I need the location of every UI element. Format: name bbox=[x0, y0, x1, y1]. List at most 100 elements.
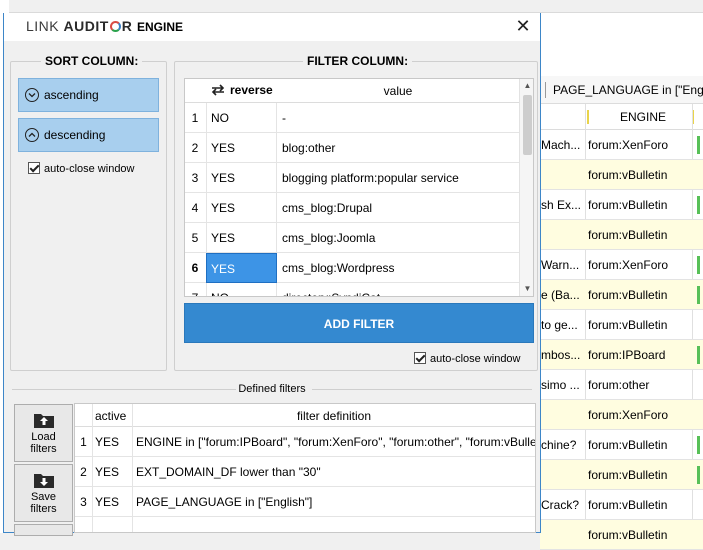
grid-green-indicator bbox=[697, 136, 700, 154]
reverse-cell[interactable]: NO bbox=[206, 283, 277, 296]
chevron-up-icon bbox=[25, 128, 39, 142]
grid-cell-title: mbos... bbox=[541, 348, 581, 362]
defined-filter-row[interactable]: 1 YES ENGINE in ["forum:IPBoard", "forum:X… bbox=[75, 427, 535, 457]
grid-cell-engine: forum:vBulletin bbox=[588, 228, 668, 242]
definition-cell[interactable]: EXT_DOMAIN_DF lower than "30" bbox=[136, 457, 321, 487]
defined-filters-table: active filter definition 1 YES ENGINE in [… bbox=[74, 403, 536, 533]
filter-table-row[interactable]: 1 NO - bbox=[185, 103, 519, 133]
grid-cell-engine: forum:vBulletin bbox=[588, 528, 668, 542]
row-number: 1 bbox=[80, 435, 87, 449]
row-number: 7 bbox=[185, 283, 205, 296]
scrollbar-thumb[interactable] bbox=[523, 95, 532, 155]
reverse-cell[interactable]: YES bbox=[206, 253, 277, 283]
scroll-up-icon[interactable]: ▲ bbox=[520, 79, 533, 93]
dialog-title-bar: LINK AUDIT R ENGINE ✕ bbox=[4, 13, 540, 41]
grid-cell-title: Mach... bbox=[541, 138, 581, 152]
grid-green-indicator bbox=[697, 346, 700, 364]
grid-cell-engine: forum:IPBoard bbox=[588, 348, 666, 362]
active-column-header[interactable]: active bbox=[95, 409, 126, 423]
dialog-title: ENGINE bbox=[137, 20, 184, 34]
value-cell[interactable]: cms_blog:Wordpress bbox=[278, 253, 518, 283]
grid-cell-title: chine? bbox=[541, 438, 577, 452]
filter-table-row[interactable]: 7NOdirectory:SyndiCat bbox=[185, 283, 519, 296]
swap-arrows-icon bbox=[211, 84, 225, 96]
active-cell[interactable]: YES bbox=[95, 457, 119, 487]
value-cell[interactable]: cms_blog:Drupal bbox=[278, 193, 518, 223]
filter-table-row[interactable]: 2 YES blog:other bbox=[185, 133, 519, 163]
folder-download-icon bbox=[33, 474, 54, 488]
reverse-cell[interactable]: NO bbox=[206, 103, 277, 133]
active-cell[interactable]: YES bbox=[95, 487, 119, 517]
reverse-column-header[interactable]: reverse bbox=[209, 83, 273, 97]
grid-cell-title: e (Ba... bbox=[541, 288, 580, 302]
save-filters-label: Save filters bbox=[30, 491, 57, 515]
close-button[interactable]: ✕ bbox=[512, 15, 534, 37]
row-number: 6 bbox=[191, 261, 199, 275]
ascending-label: ascending bbox=[44, 88, 99, 102]
reverse-cell[interactable]: YES bbox=[206, 223, 277, 253]
extra-filters-button[interactable] bbox=[14, 524, 73, 536]
row-number: 4 bbox=[191, 201, 199, 215]
filter-values-table: reverse value 1 NO -2 YES blog:other 3 YES blog… bbox=[184, 78, 534, 297]
filter-table-row[interactable]: 6 YES cms_blog:Wordpress bbox=[185, 253, 519, 283]
definition-cell[interactable]: PAGE_LANGUAGE in ["English"] bbox=[136, 487, 312, 517]
grid-cell-title: to ge... bbox=[541, 318, 578, 332]
value-cell[interactable]: cms_blog:Joomla bbox=[278, 223, 518, 253]
grid-cell-title: sh Ex... bbox=[541, 198, 582, 212]
value-cell[interactable]: - bbox=[278, 103, 518, 133]
grid-cell-engine: forum:vBulletin bbox=[588, 318, 668, 332]
filter-table-row[interactable]: 3 YES blogging platform:popular service bbox=[185, 163, 519, 193]
filter-bar-text[interactable]: PAGE_LANGUAGE in ["English bbox=[553, 83, 703, 97]
grid-cell-engine: forum:vBulletin bbox=[588, 288, 668, 302]
load-filters-label: Load filters bbox=[30, 431, 57, 455]
folder-upload-icon bbox=[33, 414, 54, 428]
logo-ring-icon bbox=[109, 21, 121, 32]
grid-cell-engine: forum:vBulletin bbox=[588, 498, 668, 512]
defined-filter-row[interactable]: 3 YES PAGE_LANGUAGE in ["English"] bbox=[75, 487, 535, 517]
grid-cell-engine: forum:other bbox=[588, 378, 650, 392]
filter-table-row[interactable]: 4 YES cms_blog:Drupal bbox=[185, 193, 519, 223]
grid-cell-title: simo ... bbox=[541, 378, 580, 392]
definition-cell[interactable]: ENGINE in ["forum:IPBoard", "forum:XenFo… bbox=[136, 427, 535, 457]
engine-column-header[interactable]: ENGINE bbox=[620, 110, 666, 124]
add-filter-button[interactable]: ADD FILTER bbox=[184, 303, 534, 343]
reverse-cell[interactable]: YES bbox=[206, 193, 277, 223]
active-cell[interactable]: YES bbox=[95, 427, 119, 457]
value-column-header[interactable]: value bbox=[277, 84, 519, 98]
value-cell[interactable]: blogging platform:popular service bbox=[278, 163, 518, 193]
value-cell[interactable]: blog:other bbox=[278, 133, 518, 163]
descending-label: descending bbox=[44, 128, 106, 142]
filter-table-row[interactable]: 5 YES cms_blog:Joomla bbox=[185, 223, 519, 253]
filter-table-header: reverse value bbox=[185, 79, 519, 103]
filter-autoclose-checkbox[interactable]: auto-close window bbox=[414, 352, 521, 365]
filter-autoclose-label: auto-close window bbox=[430, 353, 521, 365]
row-number: 5 bbox=[191, 231, 199, 245]
column-dialog: LINK AUDIT R ENGINE ✕ SORT COLUMN: ascend… bbox=[3, 13, 541, 536]
ascending-button[interactable]: ascending bbox=[18, 78, 159, 112]
reverse-cell[interactable]: YES bbox=[206, 133, 277, 163]
background-toolbar bbox=[0, 0, 703, 13]
grid-cell-engine: forum:XenForo bbox=[588, 408, 669, 422]
grid-cell-engine: forum:vBulletin bbox=[588, 468, 668, 482]
row-number: 3 bbox=[191, 171, 199, 185]
scroll-down-icon[interactable]: ▼ bbox=[520, 282, 533, 296]
defined-table-header: active filter definition bbox=[75, 404, 535, 427]
grid-cell-title: Warn... bbox=[541, 258, 580, 272]
definition-column-header[interactable]: filter definition bbox=[133, 409, 535, 423]
save-filters-button[interactable]: Save filters bbox=[14, 464, 73, 522]
checkbox-checked-icon bbox=[414, 352, 426, 364]
descending-button[interactable]: descending bbox=[18, 118, 159, 152]
filter-table-scrollbar[interactable]: ▲ ▼ bbox=[519, 79, 533, 296]
grid-cell-engine: forum:XenForo bbox=[588, 138, 669, 152]
defined-filter-row[interactable]: 2 YES EXT_DOMAIN_DF lower than "30" bbox=[75, 457, 535, 487]
grid-green-indicator bbox=[697, 436, 700, 454]
grid-green-indicator bbox=[697, 196, 700, 214]
link-auditor-logo: LINK AUDIT R bbox=[26, 18, 133, 34]
load-filters-button[interactable]: Load filters bbox=[14, 404, 73, 462]
row-number: 3 bbox=[80, 495, 87, 509]
reverse-cell[interactable]: YES bbox=[206, 163, 277, 193]
sort-autoclose-checkbox[interactable]: auto-close window bbox=[28, 162, 135, 175]
row-number: 1 bbox=[191, 111, 199, 125]
grid-green-indicator bbox=[697, 466, 700, 484]
value-cell[interactable]: directory:SyndiCat bbox=[278, 283, 518, 296]
